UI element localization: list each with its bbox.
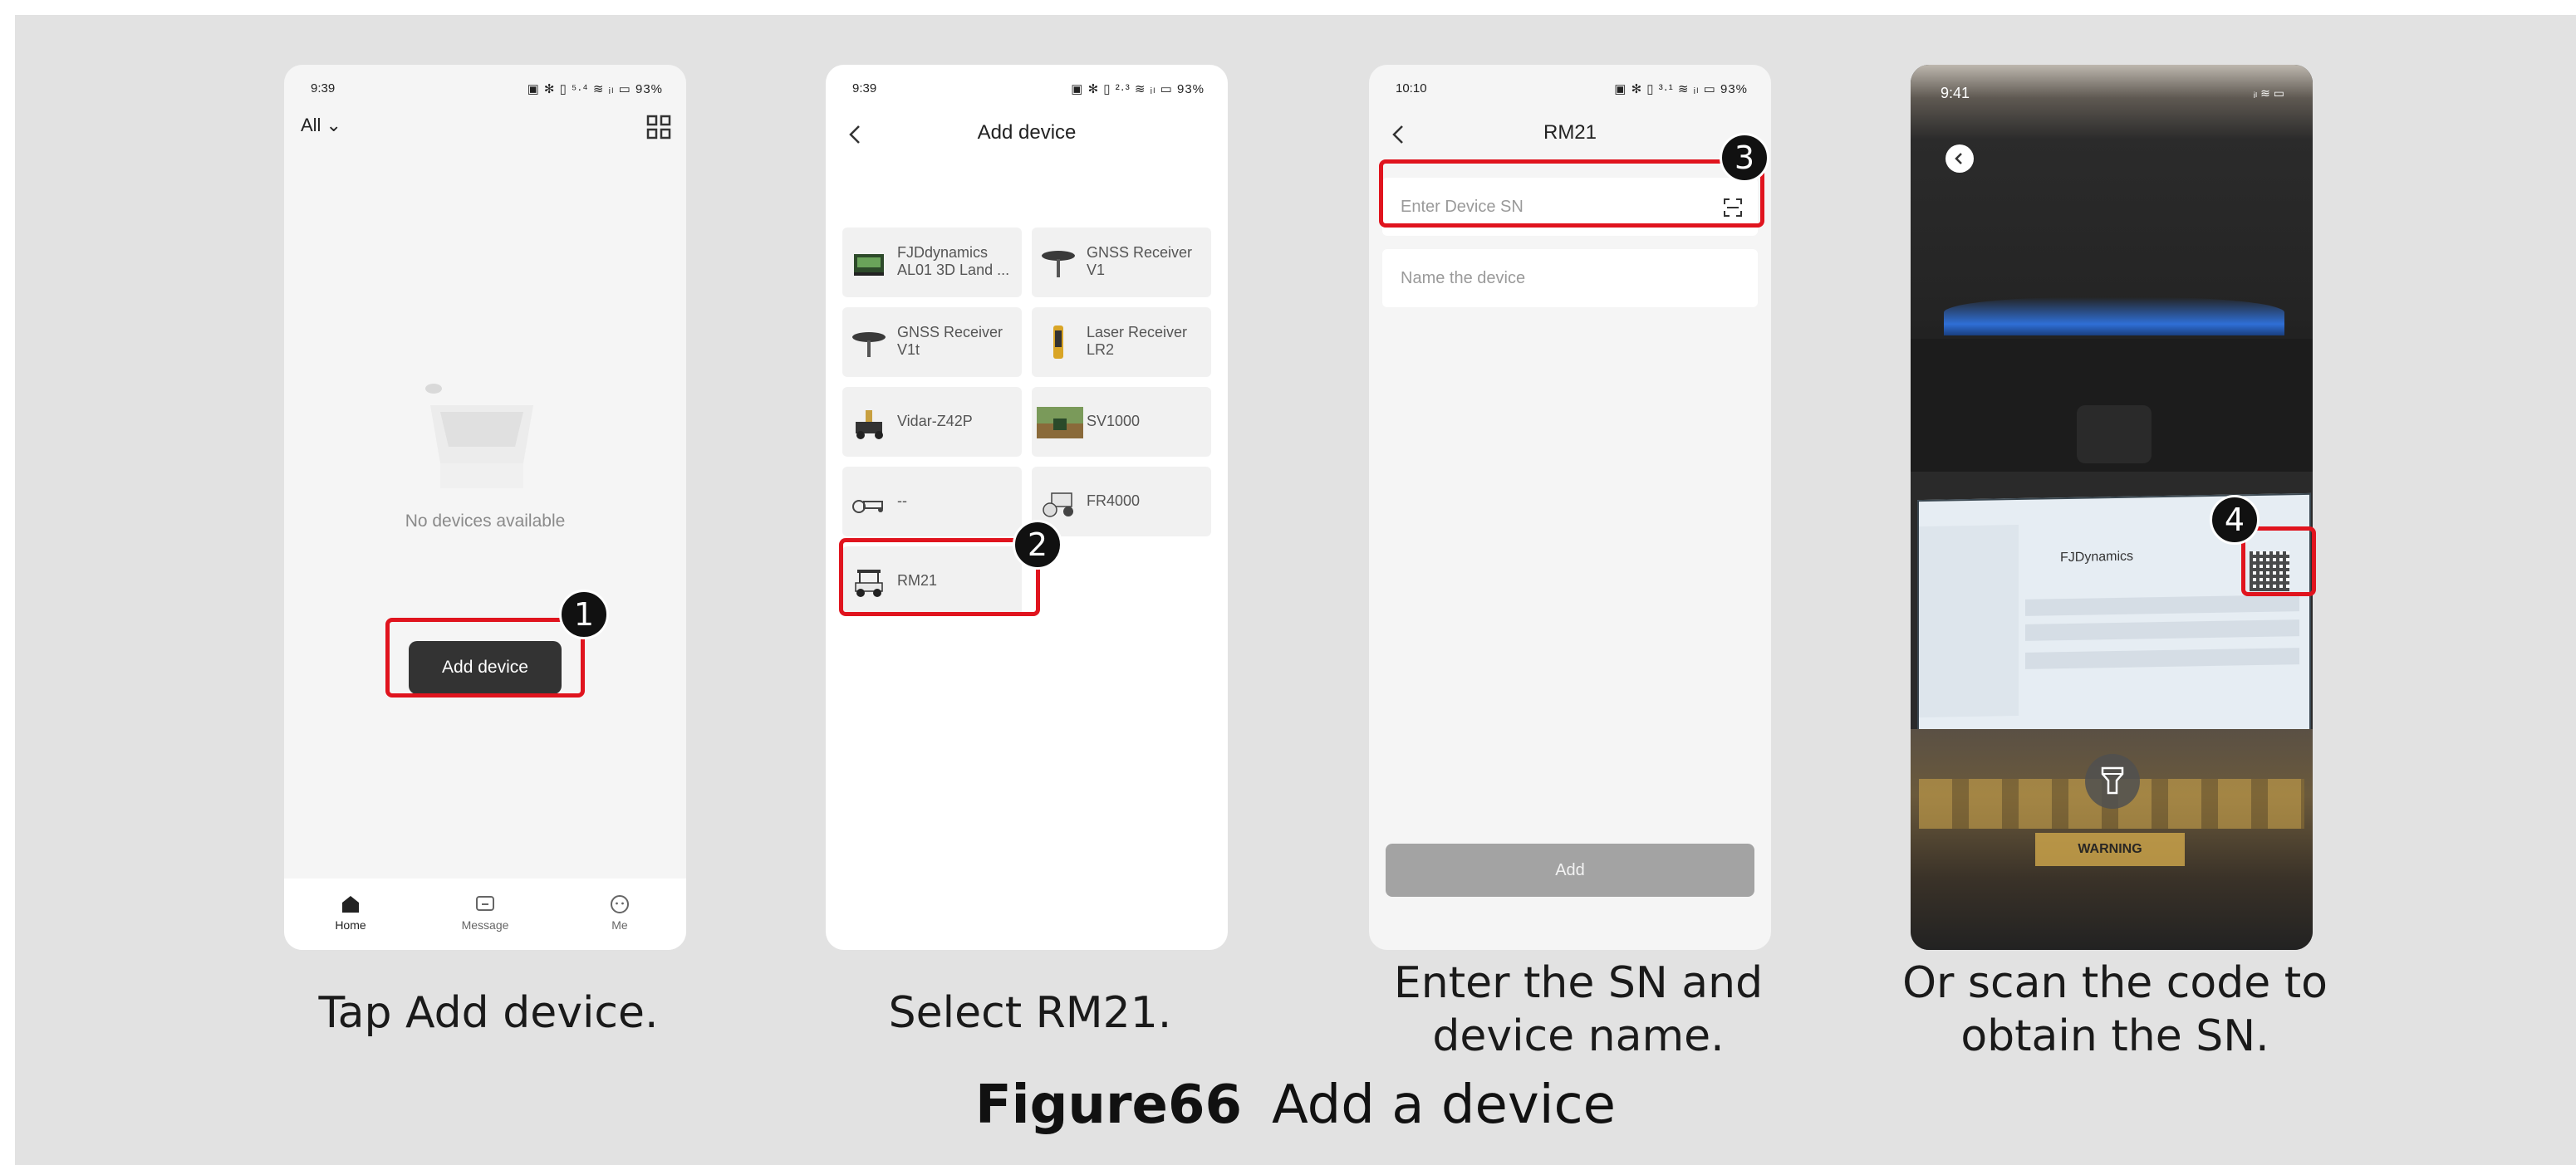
mower-icon — [856, 410, 883, 439]
tab-label: Message — [461, 918, 509, 932]
tab-message[interactable]: Message — [435, 893, 535, 932]
step-badge-4: 4 — [2210, 495, 2260, 545]
vehicle-outline-icon — [852, 500, 883, 513]
bottom-tab-bar: Home Message Me — [284, 879, 686, 950]
highlight-box-3 — [1379, 159, 1764, 228]
status-bar: 10:10 ▣ ✻ ▯ ³·¹ ≋ ᵢₗ ▭ 93% — [1369, 65, 1771, 111]
caption-step-1: Tap Add device. — [318, 988, 659, 1038]
grid-icon[interactable] — [646, 115, 671, 140]
highlight-box-1 — [385, 618, 585, 698]
phone-add-device-screen: 9:39 ▣ ✻ ▯ ²·³ ≋ ᵢₗ ▭ 93% Add device FJD… — [826, 65, 1228, 950]
device-item-gnss-v1t[interactable]: GNSS Receiver V1t — [842, 307, 1022, 377]
figure-number: Figure66 — [974, 1074, 1243, 1136]
land-leveler-icon — [854, 254, 884, 276]
status-icons: ᵢₗ ≋ ▭ — [2253, 86, 2284, 100]
caption-step-4: Or scan the code to obtain the SN. — [1902, 958, 2328, 1061]
status-time: 9:41 — [1941, 85, 1970, 101]
status-icons: ▣ ✻ ▯ ⁵·⁴ ≋ ᵢₗ ▭ 93% — [527, 82, 663, 96]
step-badge-3: 3 — [1720, 133, 1769, 183]
tab-label: Me — [611, 918, 628, 932]
device-item-vidar[interactable]: Vidar-Z42P — [842, 387, 1022, 457]
page-title: RM21 — [1543, 121, 1597, 144]
step-badge-1: 1 — [559, 590, 609, 639]
status-bar: 9:39 ▣ ✻ ▯ ²·³ ≋ ᵢₗ ▭ 93% — [826, 65, 1228, 111]
device-item-gnss-v1[interactable]: GNSS Receiver V1 — [1032, 228, 1211, 297]
flashlight-icon — [2101, 766, 2124, 795]
brand-text: FJDynamics — [2060, 549, 2134, 565]
screen-row — [2025, 619, 2299, 641]
figure-canvas: 9:39 ▣ ✻ ▯ ⁵·⁴ ≋ ᵢₗ ▭ 93% All ⌄ No devic… — [15, 15, 2576, 1165]
filter-dropdown[interactable]: All ⌄ — [301, 115, 341, 136]
device-item-fjd-al01[interactable]: FJDdynamics AL01 3D Land ... — [842, 228, 1022, 297]
device-name: SV1000 — [1087, 413, 1141, 429]
flashlight-button[interactable] — [2085, 754, 2140, 809]
device-item-sv1000[interactable]: SV1000 — [1032, 387, 1211, 457]
status-time: 9:39 — [852, 81, 877, 95]
back-button[interactable] — [1945, 144, 1974, 173]
nav-bar: RM21 — [1369, 111, 1771, 161]
figure-caption: Add a device — [1272, 1074, 1617, 1136]
screen-sidebar — [1919, 525, 2019, 718]
step-badge-2: 2 — [1013, 520, 1062, 570]
status-time: 9:39 — [311, 81, 336, 95]
empty-state-text: No devices available — [405, 512, 566, 531]
device-item-unnamed[interactable]: -- — [842, 467, 1022, 536]
device-name: Laser Receiver LR2 — [1087, 324, 1188, 358]
figure-title: Figure66 Add a device — [15, 1074, 2576, 1136]
caption-step-3: Enter the SN and device name. — [1393, 958, 1764, 1061]
tab-home[interactable]: Home — [301, 893, 400, 932]
device-name: FJDdynamics AL01 3D Land ... — [897, 244, 1010, 278]
device-item-fr4000[interactable]: FR4000 — [1032, 467, 1211, 536]
status-icons: ▣ ✻ ▯ ³·¹ ≋ ᵢₗ ▭ 93% — [1614, 82, 1748, 96]
screen-row — [2025, 595, 2299, 616]
home-icon — [342, 896, 359, 913]
page-title: Add device — [977, 121, 1077, 144]
caption-step-2: Select RM21. — [888, 988, 1172, 1038]
status-bar: 9:39 ▣ ✻ ▯ ⁵·⁴ ≋ ᵢₗ ▭ 93% — [284, 65, 686, 111]
tab-label: Home — [335, 918, 366, 932]
warning-label: WARNING — [2035, 833, 2185, 866]
device-name: GNSS Receiver V1 — [1087, 244, 1193, 278]
add-button[interactable]: Add — [1386, 844, 1754, 897]
status-time: 10:10 — [1396, 81, 1427, 95]
device-item-laser-lr2[interactable]: Laser Receiver LR2 — [1032, 307, 1211, 377]
message-icon — [476, 896, 494, 911]
empty-box-icon — [425, 384, 533, 488]
gnss-antenna-icon — [852, 332, 886, 357]
nav-bar: Add device — [826, 111, 1228, 161]
device-name: Vidar-Z42P — [897, 413, 973, 429]
me-icon — [611, 895, 629, 913]
laser-receiver-icon — [1053, 326, 1063, 359]
screen-row — [2025, 648, 2299, 669]
field-photo-icon — [1037, 407, 1083, 438]
camera-mount — [2077, 405, 2152, 463]
back-icon — [1955, 153, 1962, 164]
device-name-input[interactable]: Name the device — [1382, 249, 1758, 307]
device-name: FR4000 — [1087, 492, 1141, 509]
status-icons: ▣ ✻ ▯ ²·³ ≋ ᵢₗ ▭ 93% — [1071, 82, 1205, 96]
name-placeholder: Name the device — [1401, 269, 1526, 287]
camera-blue-light — [1944, 297, 2284, 335]
gnss-antenna-icon — [1042, 251, 1075, 277]
device-name: -- — [897, 492, 907, 509]
device-name: GNSS Receiver V1t — [897, 324, 1003, 358]
highlight-box-2 — [839, 538, 1040, 616]
tab-me[interactable]: Me — [570, 893, 670, 932]
phone-home-screen: 9:39 ▣ ✻ ▯ ⁵·⁴ ≋ ᵢₗ ▭ 93% All ⌄ No devic… — [284, 65, 686, 950]
roller-icon — [1043, 492, 1073, 517]
